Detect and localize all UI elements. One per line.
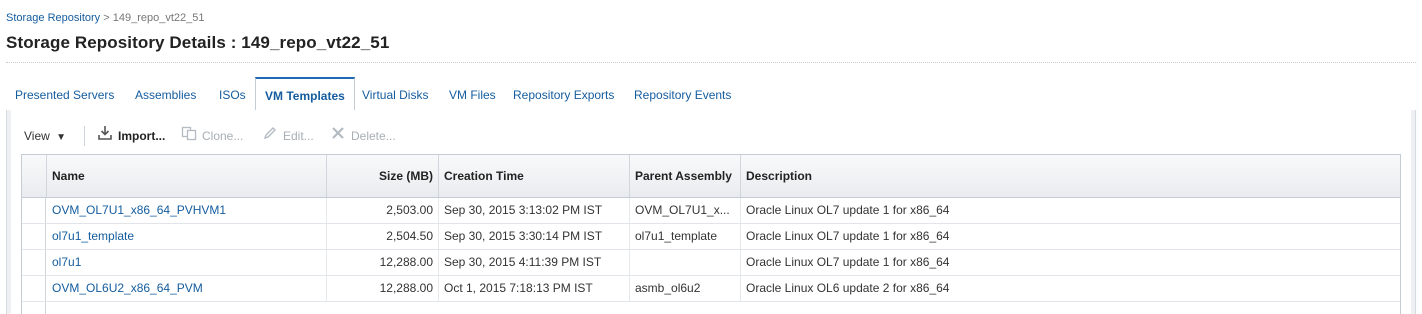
cell-description: Oracle Linux OL7 update 1 for x86_64 [746, 203, 950, 217]
column-header-description[interactable]: Description [741, 155, 1400, 197]
cell-size: 12,288.00 [327, 276, 439, 301]
template-name-link[interactable]: ol7u1 [52, 255, 81, 269]
tab-bar: Presented Servers Assemblies ISOs VM Tem… [6, 77, 1416, 111]
cell-size: 2,503.00 [327, 198, 439, 223]
tab-repository-events[interactable]: Repository Events [625, 77, 740, 109]
column-header-name[interactable]: Name [47, 155, 327, 197]
column-header-creation-time[interactable]: Creation Time [439, 155, 630, 197]
selector-header [22, 155, 47, 197]
tab-vm-files[interactable]: VM Files [440, 77, 505, 109]
tab-content-inner: View ▼ Import... Clone... Edit... Delete… [11, 110, 1411, 314]
cell-creation-time: Sep 30, 2015 4:11:39 PM IST [439, 250, 630, 275]
breadcrumb-link-storage-repository[interactable]: Storage Repository [6, 12, 100, 24]
vm-templates-table: Name Size (MB) Creation Time Parent Asse… [21, 154, 1401, 314]
cell-parent-assembly: OVM_OL7U1_x... [630, 198, 741, 223]
clone-icon [181, 124, 197, 150]
cell-description: Oracle Linux OL7 update 1 for x86_64 [746, 255, 950, 269]
cell-parent-assembly: ol7u1_template [630, 224, 741, 249]
import-label: Import... [118, 129, 166, 143]
cell-creation-time: Sep 30, 2015 3:30:14 PM IST [439, 224, 630, 249]
tab-assemblies[interactable]: Assemblies [126, 77, 205, 109]
cell-name[interactable]: OVM_OL7U1_x86_64_PVHVM1 [47, 198, 327, 223]
edit-button[interactable]: Edit... [262, 123, 314, 149]
cell-name[interactable]: ol7u1 [47, 250, 327, 275]
import-button[interactable]: Import... [97, 123, 165, 149]
clone-button[interactable]: Clone... [181, 123, 243, 149]
column-header-parent-assembly[interactable]: Parent Assembly [630, 155, 741, 197]
delete-x-icon [330, 124, 346, 150]
edit-label: Edit... [283, 129, 314, 143]
delete-label: Delete... [351, 129, 396, 143]
cell-name[interactable]: OVM_OL6U2_x86_64_PVM [47, 276, 327, 301]
cell-description: Oracle Linux OL6 update 2 for x86_64 [746, 281, 950, 295]
breadcrumb-current: 149_repo_vt22_51 [112, 12, 205, 24]
template-name-link[interactable]: ol7u1_template [52, 229, 134, 243]
cell-parent-assembly: asmb_ol6u2 [630, 276, 741, 301]
table-row[interactable]: ol7u1 12,288.00 Sep 30, 2015 4:11:39 PM … [22, 250, 1400, 276]
table-row[interactable]: OVM_OL6U2_x86_64_PVM 12,288.00 Oct 1, 20… [22, 276, 1400, 302]
cell-parent-assembly [630, 250, 741, 275]
view-menu-button[interactable]: View ▼ [24, 123, 66, 149]
breadcrumb-separator: > [100, 12, 113, 24]
delete-button[interactable]: Delete... [330, 123, 396, 149]
tab-presented-servers[interactable]: Presented Servers [6, 77, 123, 109]
cell-name[interactable]: ol7u1_template [47, 224, 327, 249]
tab-repository-exports[interactable]: Repository Exports [504, 77, 623, 109]
title-divider [6, 62, 1416, 63]
clone-label: Clone... [202, 129, 244, 143]
page-title: Storage Repository Details : 149_repo_vt… [6, 33, 390, 52]
cell-description: Oracle Linux OL7 update 1 for x86_64 [746, 229, 950, 243]
tab-virtual-disks[interactable]: Virtual Disks [353, 77, 437, 109]
table-row[interactable]: ol7u1_template 2,504.50 Sep 30, 2015 3:3… [22, 224, 1400, 250]
cell-size: 2,504.50 [327, 224, 439, 249]
breadcrumb: Storage Repository > 149_repo_vt22_51 [6, 12, 204, 24]
chevron-down-icon: ▼ [56, 132, 67, 143]
tab-vm-templates[interactable]: VM Templates [255, 77, 355, 111]
cell-creation-time: Sep 30, 2015 3:13:02 PM IST [439, 198, 630, 223]
cell-creation-time: Oct 1, 2015 7:18:13 PM IST [439, 276, 630, 301]
tab-content-panel: View ▼ Import... Clone... Edit... Delete… [6, 110, 1416, 314]
template-name-link[interactable]: OVM_OL7U1_x86_64_PVHVM1 [52, 203, 226, 217]
view-menu-label: View [24, 129, 50, 143]
column-header-size[interactable]: Size (MB) [327, 155, 439, 197]
table-header: Name Size (MB) Creation Time Parent Asse… [22, 155, 1400, 198]
import-icon [97, 124, 113, 150]
template-name-link[interactable]: OVM_OL6U2_x86_64_PVM [52, 281, 203, 295]
tab-isos[interactable]: ISOs [210, 77, 255, 109]
table-row[interactable]: OVM_OL7U1_x86_64_PVHVM1 2,503.00 Sep 30,… [22, 198, 1400, 224]
cell-size: 12,288.00 [327, 250, 439, 275]
toolbar-separator [84, 126, 85, 146]
pencil-icon [262, 124, 278, 150]
